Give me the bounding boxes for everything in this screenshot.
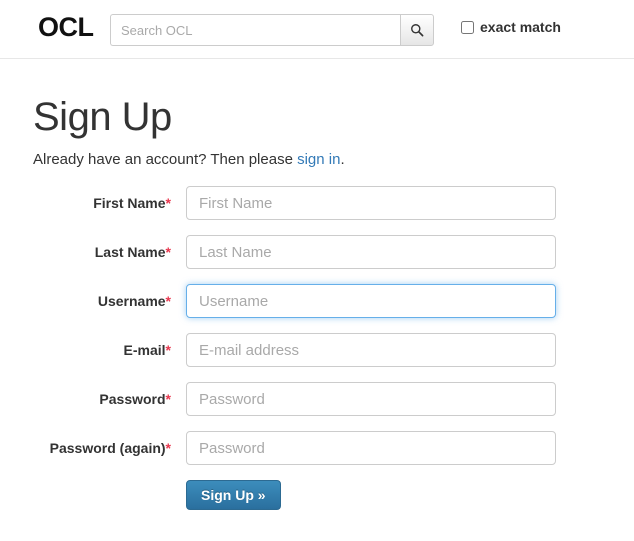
page-title: Sign Up bbox=[33, 95, 172, 139]
search-group bbox=[110, 14, 434, 46]
label-password-again: Password (again)* bbox=[33, 440, 186, 456]
signin-prompt: Already have an account? Then please sig… bbox=[33, 139, 601, 168]
password-input[interactable] bbox=[186, 382, 556, 416]
label-email-text: E-mail bbox=[123, 342, 166, 358]
exact-match-checkbox[interactable] bbox=[461, 20, 474, 34]
form-row-username: Username* bbox=[33, 284, 601, 318]
search-input[interactable] bbox=[110, 14, 400, 46]
label-last-name: Last Name* bbox=[33, 244, 186, 260]
page-content: Sign Up Already have an account? Then pl… bbox=[0, 59, 634, 510]
label-first-name-text: First Name bbox=[93, 195, 166, 211]
brand-logo[interactable]: OCL bbox=[38, 14, 94, 41]
required-marker: * bbox=[165, 293, 171, 309]
actions-spacer bbox=[33, 480, 186, 510]
label-last-name-text: Last Name bbox=[94, 244, 166, 260]
label-username: Username* bbox=[33, 293, 186, 309]
required-marker: * bbox=[165, 391, 171, 407]
sign-up-button[interactable]: Sign Up » bbox=[186, 480, 281, 510]
form-row-first-name: First Name* bbox=[33, 186, 601, 220]
form-row-password: Password* bbox=[33, 382, 601, 416]
username-input[interactable] bbox=[186, 284, 556, 318]
site-header: OCL exact match bbox=[0, 0, 634, 59]
email-input[interactable] bbox=[186, 333, 556, 367]
search-button[interactable] bbox=[400, 14, 434, 46]
signin-prompt-suffix: . bbox=[340, 151, 345, 168]
form-row-last-name: Last Name* bbox=[33, 235, 601, 269]
label-username-text: Username bbox=[97, 293, 166, 309]
label-password-text: Password bbox=[99, 391, 166, 407]
label-first-name: First Name* bbox=[33, 195, 186, 211]
required-marker: * bbox=[165, 195, 171, 211]
exact-match-group: exact match bbox=[461, 19, 561, 35]
form-row-password-again: Password (again)* bbox=[33, 431, 601, 465]
required-marker: * bbox=[165, 244, 171, 260]
label-password-again-text: Password (again) bbox=[49, 440, 166, 456]
form-actions: Sign Up » bbox=[33, 480, 601, 510]
label-password: Password* bbox=[33, 391, 186, 407]
first-name-input[interactable] bbox=[186, 186, 556, 220]
signin-prompt-text: Already have an account? Then please bbox=[33, 151, 298, 168]
required-marker: * bbox=[165, 342, 171, 358]
exact-match-label[interactable]: exact match bbox=[480, 19, 561, 35]
form-row-email: E-mail* bbox=[33, 333, 601, 367]
sign-in-link[interactable]: sign in bbox=[297, 151, 340, 168]
required-marker: * bbox=[165, 440, 171, 456]
last-name-input[interactable] bbox=[186, 235, 556, 269]
search-icon bbox=[410, 23, 424, 37]
label-email: E-mail* bbox=[33, 342, 186, 358]
password-again-input[interactable] bbox=[186, 431, 556, 465]
signup-form: First Name* Last Name* Username* E-mail*… bbox=[33, 186, 601, 510]
